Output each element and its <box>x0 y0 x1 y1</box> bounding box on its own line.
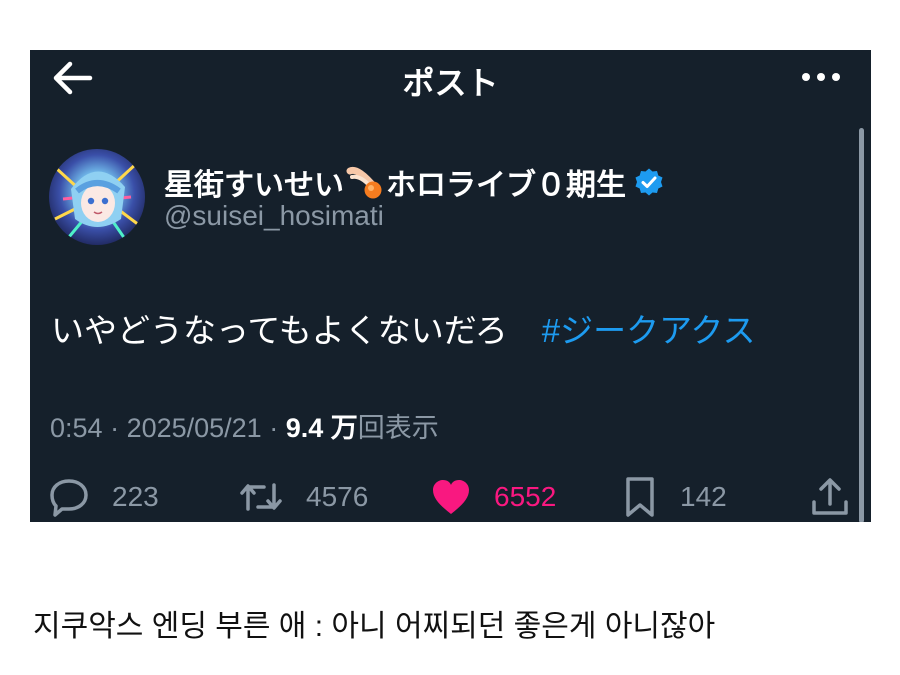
post-screenshot: ポスト 星街すいせい ホロライブ０期生 @suisei_hosimati いやど… <box>30 50 871 522</box>
share-button[interactable] <box>810 474 850 520</box>
author-affiliation[interactable]: ホロライブ０期生 <box>386 160 626 204</box>
reply-button[interactable]: 223 <box>48 474 159 520</box>
post-text-row: いやどうなってもよくないだろ #ジークアクス <box>51 304 755 352</box>
post-meta: 0:54 · 2025/05/21 · 9.4 万回表示 <box>50 406 439 445</box>
reply-count: 223 <box>112 481 159 512</box>
more-icon[interactable] <box>799 62 843 92</box>
repost-button[interactable]: 4576 <box>238 474 368 520</box>
hashtag-link[interactable]: #ジークアクス <box>542 312 756 349</box>
author-name[interactable]: 星街すいせい <box>164 160 344 204</box>
like-icon <box>433 480 469 514</box>
caption-text: 지쿠악스 엔딩 부른 애 : 아니 어찌되던 좋은게 아니잖아 <box>33 610 716 643</box>
share-icon <box>812 478 848 515</box>
scrollbar[interactable] <box>859 128 864 522</box>
author-handle[interactable]: @suisei_hosimati <box>164 200 384 232</box>
reply-icon <box>50 479 88 517</box>
action-bar: 223 4576 6552 142 <box>30 474 871 520</box>
repost-count: 4576 <box>306 481 369 512</box>
avatar[interactable] <box>49 149 145 245</box>
repost-icon <box>240 483 282 511</box>
page-title: ポスト <box>402 65 499 101</box>
bookmark-icon <box>626 477 654 517</box>
view-count-suffix: 回表示 <box>357 413 439 443</box>
post-date[interactable]: 2025/05/21 <box>127 413 262 443</box>
verified-badge-icon <box>635 168 663 196</box>
bookmark-count: 142 <box>680 481 727 512</box>
comet-emoji-icon <box>346 166 382 199</box>
post-time: 0:54 <box>50 413 103 443</box>
post-text: いやどうなってもよくないだろ <box>51 312 508 349</box>
meta-separator: · <box>261 413 286 443</box>
header-bar: ポスト <box>30 50 871 106</box>
bookmark-button[interactable]: 142 <box>622 474 727 520</box>
view-count: 9.4 万 <box>285 413 358 443</box>
meta-separator: · <box>102 413 127 443</box>
like-button[interactable]: 6552 <box>430 474 556 520</box>
author-name-row: 星街すいせい ホロライブ０期生 <box>164 162 664 202</box>
like-count: 6552 <box>494 481 557 512</box>
